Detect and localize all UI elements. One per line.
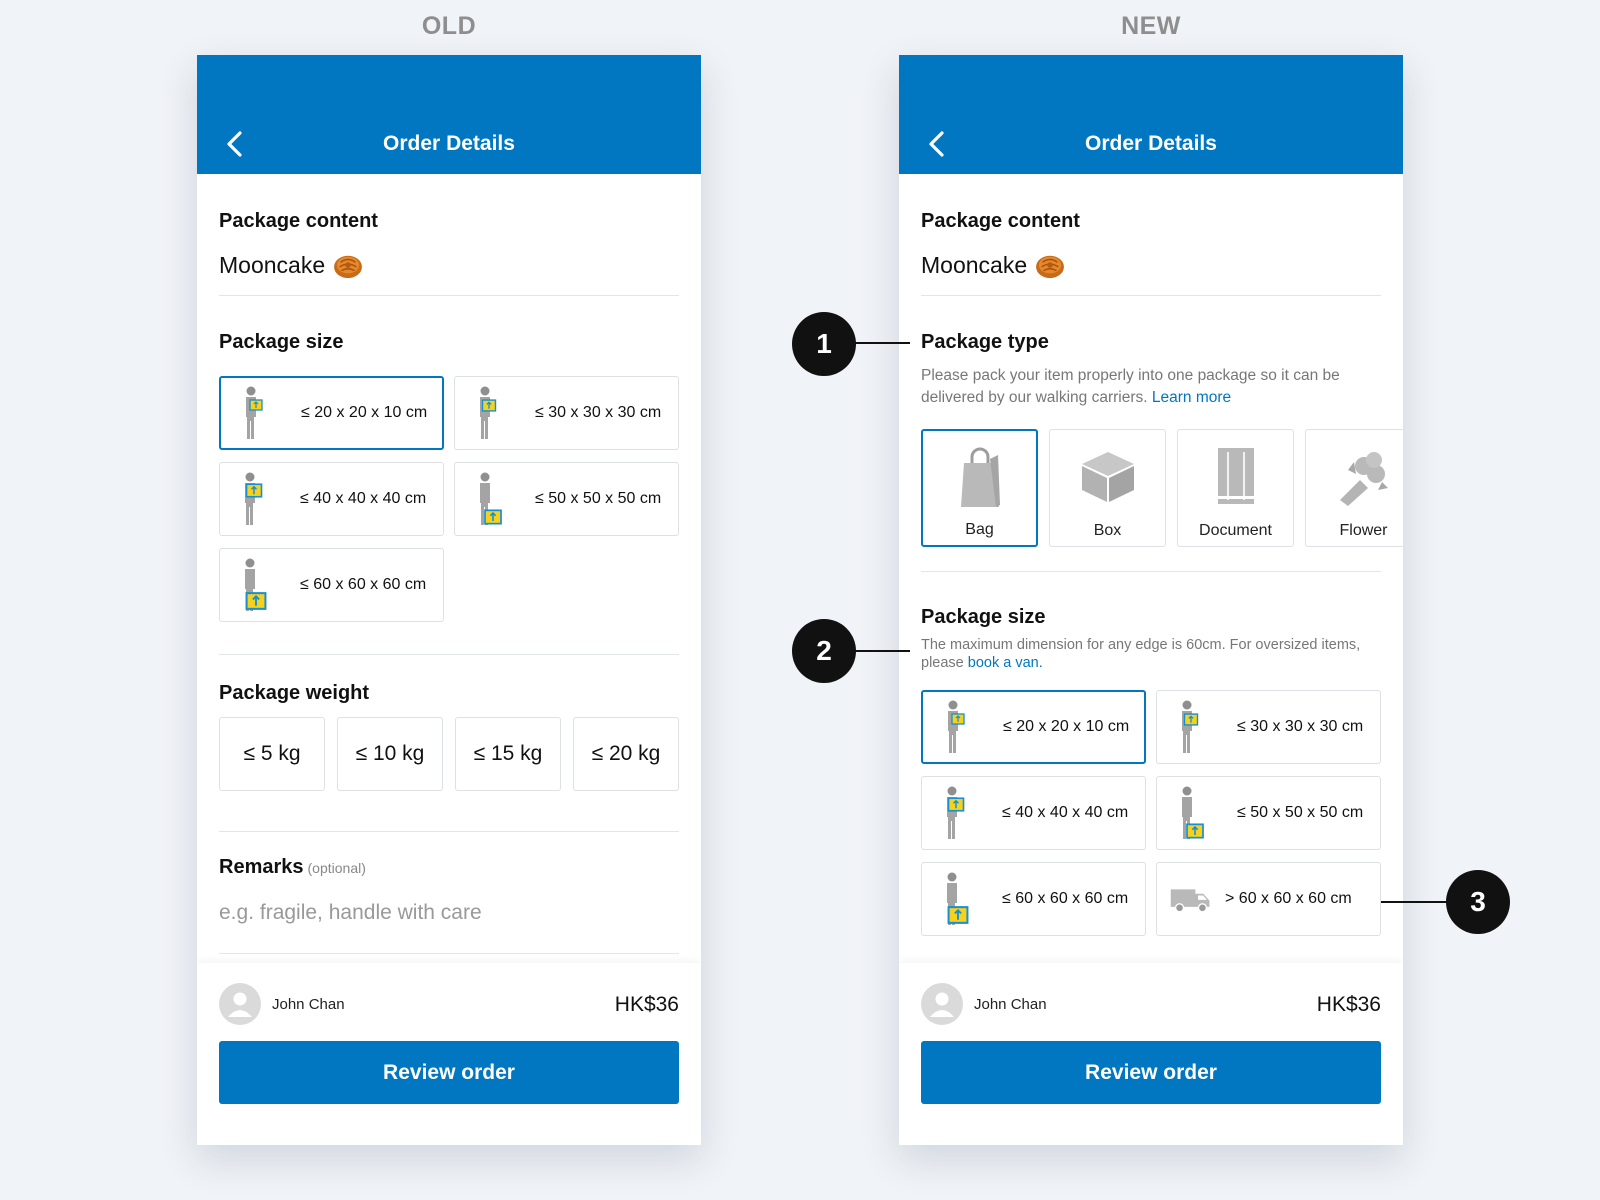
size-option-40[interactable]: ≤ 40 x 40 x 40 cm — [921, 776, 1146, 850]
user-icon — [930, 992, 954, 1017]
box-icon — [1081, 452, 1134, 502]
weight-option-5[interactable]: ≤ 5 kg — [219, 717, 325, 791]
page-title: Order Details — [383, 132, 515, 155]
bag-icon — [960, 447, 1000, 507]
type-option-bag[interactable]: Bag — [921, 429, 1038, 547]
person-carrying-box-icon — [238, 471, 282, 527]
type-option-box[interactable]: Box — [1049, 429, 1166, 547]
package-content-value: Mooncake — [921, 252, 1028, 278]
person-carrying-small-box-icon — [941, 699, 985, 755]
review-order-button[interactable]: Review order — [219, 1041, 679, 1104]
weight-option-20[interactable]: ≤ 20 kg — [573, 717, 679, 791]
learn-more-link[interactable]: Learn more — [1152, 389, 1231, 406]
avatar — [219, 983, 261, 1025]
package-weight-section: Package weight ≤ 5 kg ≤ 10 kg ≤ 15 kg ≤ … — [219, 681, 679, 791]
review-order-button[interactable]: Review order — [921, 1041, 1381, 1104]
divider — [219, 654, 679, 655]
size-option-50[interactable]: ≤ 50 x 50 x 50 cm — [1156, 776, 1381, 850]
callout-2-line — [850, 650, 910, 652]
divider — [921, 295, 1381, 296]
callout-2-badge: 2 — [792, 619, 856, 683]
person-with-large-box-icon — [238, 557, 282, 613]
callout-3-line — [1381, 901, 1447, 903]
user-name: John Chan — [272, 995, 345, 1013]
person-with-large-box-icon — [473, 471, 517, 527]
size-option-30[interactable]: ≤ 30 x 30 x 30 cm — [1156, 690, 1381, 764]
person-carrying-box-icon — [1175, 699, 1219, 755]
divider — [219, 953, 679, 954]
callout-1-line — [850, 342, 910, 344]
person-with-large-box-icon — [1175, 785, 1219, 841]
page-title: Order Details — [1085, 132, 1217, 155]
remarks-heading: Remarks — [219, 856, 304, 878]
old-order-details-screen: Order Details Package content Mooncake P… — [197, 55, 701, 1145]
order-price: HK$36 — [614, 993, 679, 1016]
person-carrying-box-icon — [473, 385, 517, 441]
flower-icon — [1339, 452, 1388, 506]
order-footer: John Chan HK$36 Review order — [197, 963, 701, 1145]
new-order-details-screen: Order Details Package content Mooncake P… — [899, 55, 1403, 1145]
package-content-heading: Package content — [219, 210, 378, 232]
app-bar: Order Details — [899, 55, 1403, 174]
size-option-60[interactable]: ≤ 60 x 60 x 60 cm — [219, 548, 444, 622]
package-size-section: Package size The maximum dimension for a… — [921, 605, 1381, 936]
size-option-40[interactable]: ≤ 40 x 40 x 40 cm — [219, 462, 444, 536]
type-option-flower[interactable]: Flower — [1305, 429, 1403, 547]
package-type-heading: Package type — [921, 331, 1049, 353]
size-option-oversized[interactable]: > 60 x 60 x 60 cm — [1156, 862, 1381, 936]
package-type-section: Package type Please pack your item prope… — [921, 330, 1403, 547]
person-carrying-box-icon — [940, 785, 984, 841]
user-icon — [228, 992, 252, 1017]
size-option-20[interactable]: ≤ 20 x 20 x 10 cm — [921, 690, 1146, 764]
document-icon — [1217, 448, 1254, 504]
size-option-60[interactable]: ≤ 60 x 60 x 60 cm — [921, 862, 1146, 936]
divider — [921, 571, 1381, 572]
person-with-large-box-icon — [940, 871, 984, 927]
remarks-input[interactable] — [219, 901, 679, 925]
size-option-30[interactable]: ≤ 30 x 30 x 30 cm — [454, 376, 679, 450]
package-size-heading: Package size — [219, 331, 344, 353]
callout-3-badge: 3 — [1446, 870, 1510, 934]
new-column-label: NEW — [1121, 12, 1181, 40]
divider — [219, 295, 679, 296]
divider — [219, 831, 679, 832]
weight-option-10[interactable]: ≤ 10 kg — [337, 717, 443, 791]
package-content-section: Package content Mooncake — [921, 209, 1381, 279]
book-a-van-link[interactable]: book a van. — [968, 655, 1043, 671]
mooncake-icon — [333, 253, 363, 279]
order-footer: John Chan HK$36 Review order — [899, 963, 1403, 1145]
package-type-description: Please pack your item properly into one … — [921, 367, 1340, 406]
package-content-section: Package content Mooncake — [219, 209, 679, 279]
size-option-20[interactable]: ≤ 20 x 20 x 10 cm — [219, 376, 444, 450]
package-size-heading: Package size — [921, 606, 1046, 628]
van-icon — [1169, 882, 1213, 916]
user-name: John Chan — [974, 995, 1047, 1013]
order-price: HK$36 — [1316, 993, 1381, 1016]
old-column-label: OLD — [421, 12, 477, 40]
remarks-section: Remarks (optional) — [219, 856, 679, 925]
weight-option-15[interactable]: ≤ 15 kg — [455, 717, 561, 791]
avatar — [921, 983, 963, 1025]
optional-tag: (optional) — [307, 860, 366, 876]
package-content-value: Mooncake — [219, 252, 326, 278]
package-size-section: Package size ≤ 20 x 20 x 10 cm ≤ 30 x 30… — [219, 330, 679, 622]
size-option-50[interactable]: ≤ 50 x 50 x 50 cm — [454, 462, 679, 536]
package-content-heading: Package content — [921, 210, 1080, 232]
type-option-document[interactable]: Document — [1177, 429, 1294, 547]
app-bar: Order Details — [197, 55, 701, 174]
person-carrying-small-box-icon — [239, 385, 283, 441]
package-weight-heading: Package weight — [219, 682, 370, 704]
callout-1-badge: 1 — [792, 312, 856, 376]
mooncake-icon — [1035, 253, 1065, 279]
